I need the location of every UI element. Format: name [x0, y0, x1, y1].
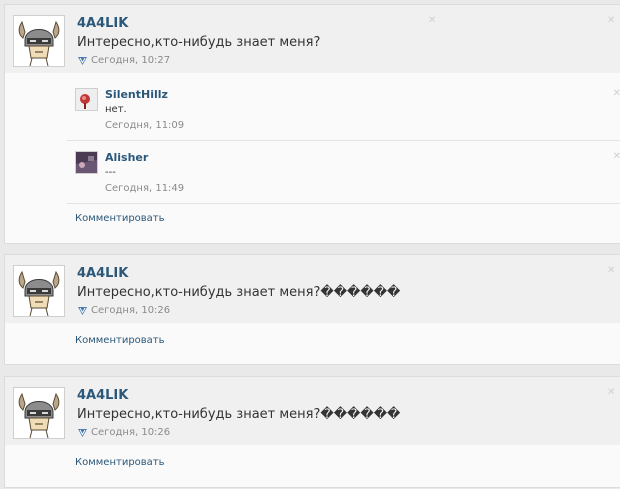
close-icon[interactable]: ✕	[428, 15, 436, 26]
post-author-link[interactable]: 4A4LIK	[77, 266, 128, 281]
post-date: Сегодня, 10:26	[91, 305, 171, 316]
comment: Alisher --- Сегодня, 11:49 ✕	[67, 142, 620, 204]
wall-post: 4A4LIK Интересно,кто-нибудь знает меня?�…	[4, 376, 620, 488]
vk-check-icon	[77, 55, 88, 66]
post-meta: Сегодня, 10:26	[77, 427, 170, 438]
avatar[interactable]	[75, 151, 98, 174]
avatar[interactable]	[13, 265, 65, 317]
comment-author-link[interactable]: Alisher	[105, 151, 148, 164]
post-author-link[interactable]: 4A4LIK	[77, 16, 128, 31]
post-meta: Сегодня, 10:26	[77, 305, 170, 316]
avatar[interactable]	[75, 88, 98, 111]
comment-author-link[interactable]: SilentHillz	[105, 88, 168, 101]
comment-text: ---	[105, 167, 116, 178]
post-author-link[interactable]: 4A4LIK	[77, 388, 128, 403]
wall-post: 4A4LIK Интересно,кто-нибудь знает меня? …	[4, 4, 620, 244]
dragonborn-helmet-icon	[14, 388, 64, 438]
close-icon[interactable]: ✕	[607, 265, 615, 276]
post-meta: Сегодня, 10:27	[77, 55, 170, 66]
avatar[interactable]	[13, 387, 65, 439]
comment-button[interactable]: Комментировать	[75, 213, 165, 224]
dragonborn-helmet-icon	[14, 16, 64, 66]
comment-date: Сегодня, 11:09	[105, 120, 185, 131]
comment-text: нет.	[105, 104, 127, 115]
wall-post: 4A4LIK Интересно,кто-нибудь знает меня?�…	[4, 254, 620, 365]
comment-button[interactable]: Комментировать	[75, 457, 165, 468]
close-icon[interactable]: ✕	[613, 88, 620, 99]
dragonborn-helmet-icon	[14, 266, 64, 316]
close-icon[interactable]: ✕	[607, 387, 615, 398]
close-icon[interactable]: ✕	[607, 15, 615, 26]
post-date: Сегодня, 10:27	[91, 55, 171, 66]
post-text: Интересно,кто-нибудь знает меня?������	[77, 407, 401, 422]
vk-check-icon	[77, 427, 88, 438]
comment: SilentHillz нет. Сегодня, 11:09 ✕	[67, 79, 620, 141]
post-date: Сегодня, 10:26	[91, 427, 171, 438]
post-text: Интересно,кто-нибудь знает меня?	[77, 35, 321, 50]
close-icon[interactable]: ✕	[613, 151, 620, 162]
comment-button[interactable]: Комментировать	[75, 335, 165, 346]
avatar[interactable]	[13, 15, 65, 67]
wall-feed: 4A4LIK Интересно,кто-нибудь знает меня? …	[0, 0, 620, 489]
comment-date: Сегодня, 11:49	[105, 183, 185, 194]
vk-check-icon	[77, 305, 88, 316]
post-text: Интересно,кто-нибудь знает меня?������	[77, 285, 401, 300]
